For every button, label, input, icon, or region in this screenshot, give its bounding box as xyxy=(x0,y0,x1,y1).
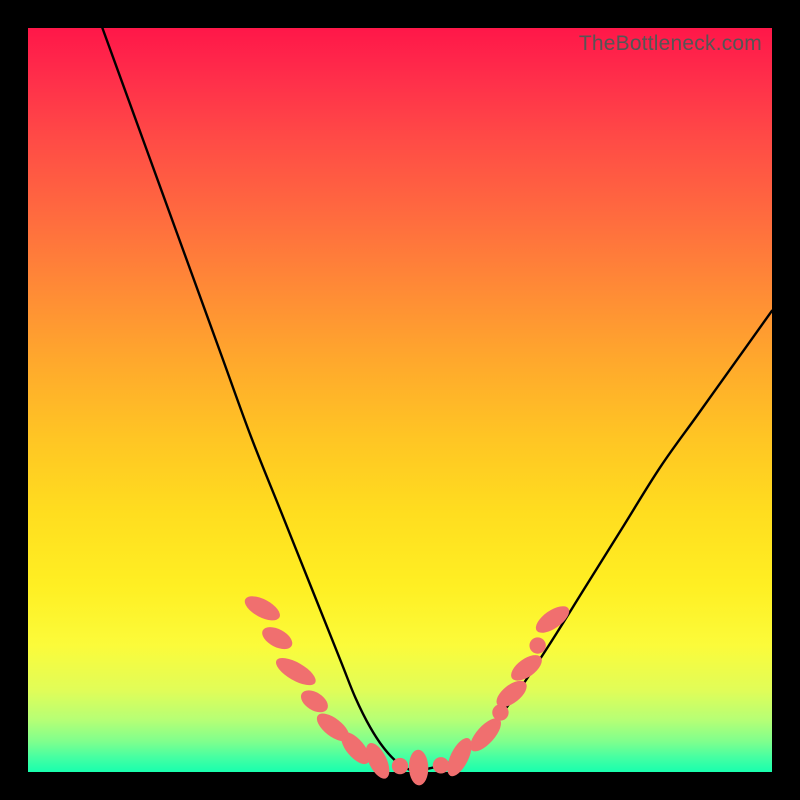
data-marker xyxy=(259,623,296,654)
series-right-curve xyxy=(415,311,772,772)
data-marker xyxy=(392,758,408,774)
series-left-curve xyxy=(102,28,414,772)
data-marker xyxy=(529,637,545,653)
data-marker xyxy=(241,591,284,625)
data-marker xyxy=(408,749,429,785)
data-marker xyxy=(492,704,508,720)
outer-frame: TheBottleneck.com xyxy=(0,0,800,800)
chart-svg xyxy=(28,28,772,772)
marker-layer xyxy=(241,591,573,785)
plot-area: TheBottleneck.com xyxy=(28,28,772,772)
data-marker xyxy=(272,653,320,691)
curve-layer xyxy=(102,28,772,772)
data-marker xyxy=(433,757,449,773)
data-marker xyxy=(532,601,574,638)
data-marker xyxy=(297,686,332,717)
